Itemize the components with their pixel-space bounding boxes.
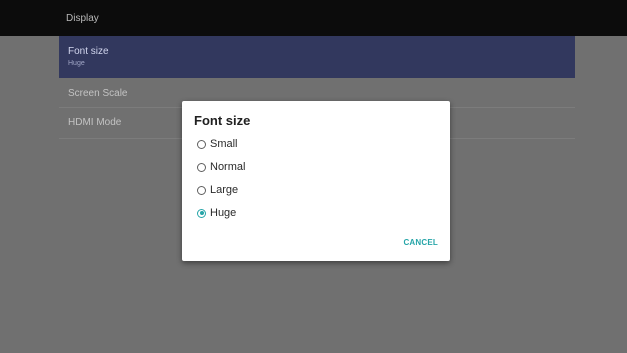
radio-option-label: Normal xyxy=(210,161,246,173)
radio-option-label: Large xyxy=(210,184,239,196)
radio-button-checked-icon[interactable] xyxy=(197,208,206,218)
pref-item-title: HDMI Mode xyxy=(68,117,122,128)
pref-item-summary: Huge xyxy=(68,60,85,67)
dialog-title: Font size xyxy=(194,113,251,128)
font-size-dialog: Font size Small Normal Large Huge CANCEL xyxy=(182,101,450,261)
radio-option-label: Huge xyxy=(210,207,237,219)
radio-option-label: Small xyxy=(210,138,238,150)
page-title: Display xyxy=(66,13,99,24)
cancel-button[interactable]: CANCEL xyxy=(403,238,438,247)
radio-option-normal[interactable]: Normal xyxy=(197,159,245,175)
pref-item-title: Font size xyxy=(68,46,109,57)
pref-item-title: Screen Scale xyxy=(68,88,128,99)
radio-button-unchecked-icon[interactable] xyxy=(197,185,206,195)
radio-option-large[interactable]: Large xyxy=(197,182,238,198)
radio-option-small[interactable]: Small xyxy=(197,136,238,152)
radio-button-unchecked-icon[interactable] xyxy=(197,162,206,172)
top-bar: Display xyxy=(0,0,627,36)
pref-item-font-size[interactable]: Font size Huge xyxy=(59,36,575,78)
radio-option-huge[interactable]: Huge xyxy=(197,205,236,221)
radio-button-unchecked-icon[interactable] xyxy=(197,139,206,149)
